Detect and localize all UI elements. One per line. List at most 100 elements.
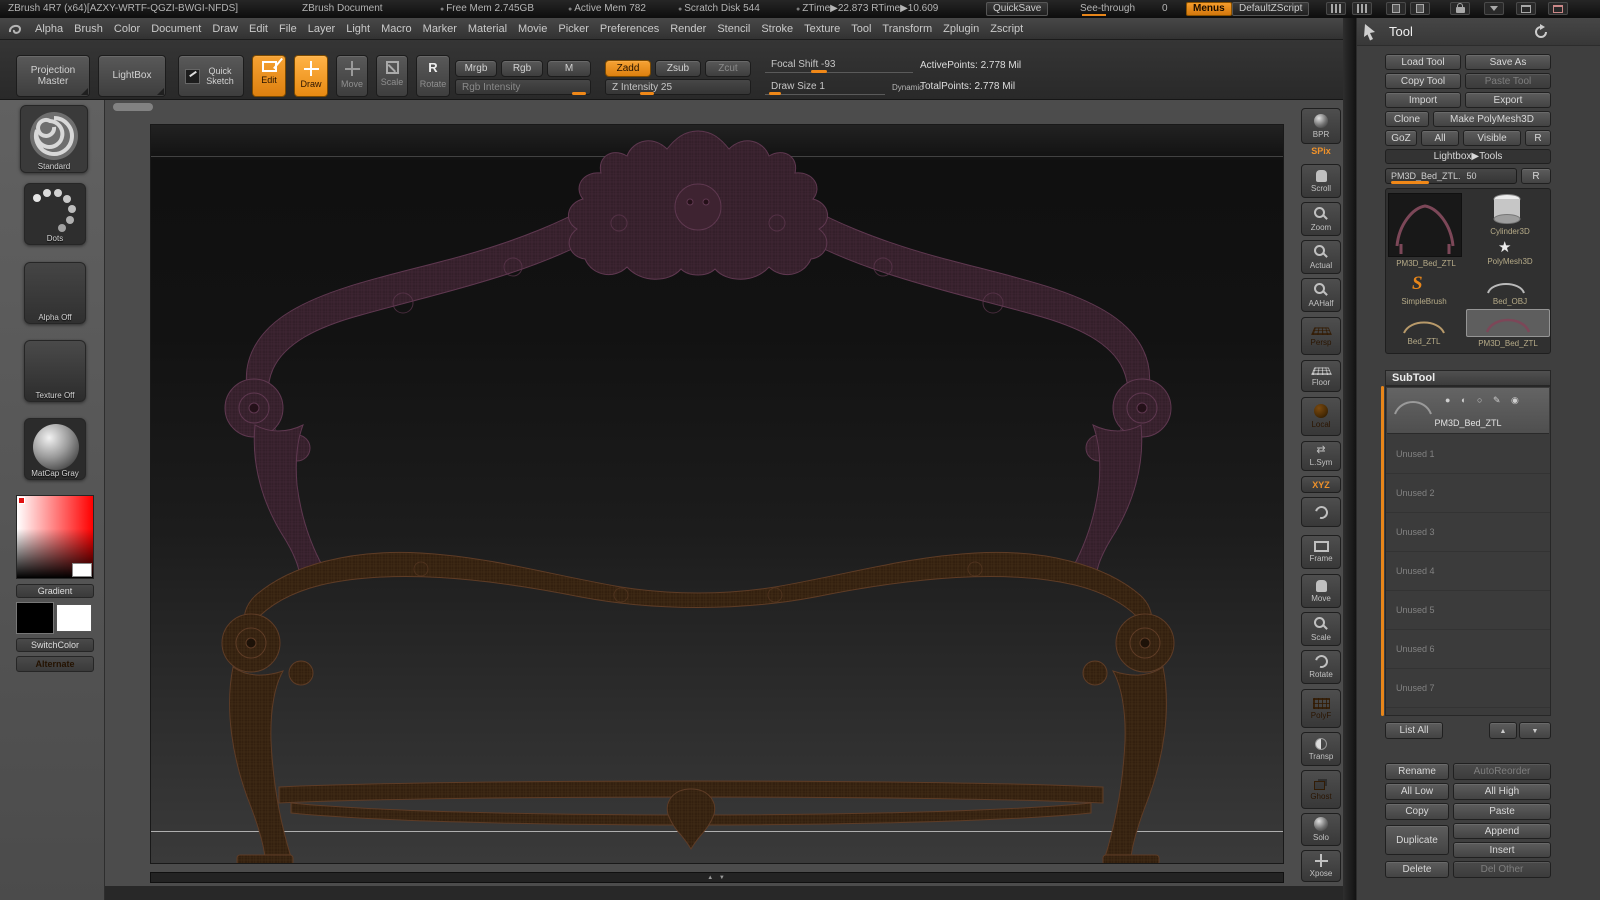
spix-slider[interactable]: SPix bbox=[1301, 146, 1341, 156]
alpha-selector[interactable]: Alpha Off bbox=[24, 262, 86, 324]
history-bars-icon-2[interactable] bbox=[1352, 2, 1372, 15]
transp-button[interactable]: Transp bbox=[1301, 732, 1341, 766]
mrgb-button[interactable]: Mrgb bbox=[455, 60, 497, 77]
ghost-button[interactable]: Ghost bbox=[1301, 770, 1341, 809]
subtool-sculpt-icon[interactable] bbox=[1493, 396, 1501, 405]
zcut-button[interactable]: Zcut bbox=[705, 60, 751, 77]
default-zscript-button[interactable]: DefaultZScript bbox=[1232, 2, 1310, 16]
main-color-swatch[interactable] bbox=[16, 602, 54, 634]
menu-item-macro[interactable]: Macro bbox=[381, 23, 412, 35]
lock-icon[interactable] bbox=[1450, 2, 1470, 15]
alternate-button[interactable]: Alternate bbox=[16, 656, 94, 672]
goz-button[interactable]: GoZ bbox=[1385, 130, 1417, 146]
zsub-button[interactable]: Zsub bbox=[655, 60, 701, 77]
see-through-slider[interactable]: See-through bbox=[1080, 3, 1135, 14]
active-tool-thumbnail[interactable] bbox=[1388, 193, 1462, 257]
menu-item-stroke[interactable]: Stroke bbox=[761, 23, 793, 35]
spin-button[interactable] bbox=[1301, 497, 1341, 527]
subtool-paste-button[interactable]: Paste bbox=[1453, 803, 1551, 820]
menu-item-draw[interactable]: Draw bbox=[212, 23, 238, 35]
material-selector[interactable]: MatCap Gray bbox=[24, 418, 86, 480]
paste-tool-button[interactable]: Paste Tool bbox=[1465, 73, 1551, 89]
load-tool-button[interactable]: Load Tool bbox=[1385, 54, 1461, 70]
menu-item-file[interactable]: File bbox=[279, 23, 297, 35]
scroll-button[interactable]: Scroll bbox=[1301, 164, 1341, 198]
subtool-move-down-button[interactable] bbox=[1519, 722, 1551, 739]
subtool-slot-1[interactable]: Unused 1 bbox=[1386, 435, 1550, 474]
menu-item-document[interactable]: Document bbox=[151, 23, 201, 35]
menu-item-edit[interactable]: Edit bbox=[249, 23, 268, 35]
move-view-button[interactable]: Move bbox=[1301, 574, 1341, 608]
m-button[interactable]: M bbox=[547, 60, 591, 77]
focal-shift-slider[interactable]: Focal Shift -93 bbox=[765, 56, 913, 73]
canvas-bottom-scrollbar[interactable] bbox=[150, 872, 1284, 883]
make-polymesh3d-button[interactable]: Make PolyMesh3D bbox=[1433, 111, 1551, 127]
menu-item-brush[interactable]: Brush bbox=[74, 23, 103, 35]
stroke-selector[interactable]: Dots bbox=[24, 183, 86, 245]
alt-color-swatch[interactable] bbox=[56, 604, 92, 632]
frame-button[interactable]: Frame bbox=[1301, 535, 1341, 569]
subtool-item-active[interactable]: PM3D_Bed_ZTL bbox=[1387, 388, 1549, 434]
current-tool-slider[interactable]: PM3D_Bed_ZTL. 50 bbox=[1385, 168, 1517, 184]
subtool-solo-icon[interactable] bbox=[1511, 396, 1519, 405]
floor-button[interactable]: Floor bbox=[1301, 360, 1341, 392]
menu-item-movie[interactable]: Movie bbox=[518, 23, 547, 35]
bed-ztl-thumbnail[interactable] bbox=[1400, 313, 1448, 335]
xpose-button[interactable]: Xpose bbox=[1301, 850, 1341, 882]
menu-item-material[interactable]: Material bbox=[468, 23, 507, 35]
subtool-move-up-button[interactable] bbox=[1489, 722, 1517, 739]
del-other-button[interactable]: Del Other bbox=[1453, 861, 1551, 878]
all-low-button[interactable]: All Low bbox=[1385, 783, 1449, 800]
switchcolor-button[interactable]: SwitchColor bbox=[16, 638, 94, 652]
canvas-h-scrollbar[interactable] bbox=[113, 103, 153, 111]
menus-toggle-button[interactable]: Menus bbox=[1186, 2, 1232, 16]
bed-obj-thumbnail[interactable] bbox=[1484, 275, 1528, 295]
subtool-slot-7[interactable]: Unused 7 bbox=[1386, 669, 1550, 708]
clone-button[interactable]: Clone bbox=[1385, 111, 1429, 127]
subtool-slot-6[interactable]: Unused 6 bbox=[1386, 630, 1550, 669]
menu-item-stencil[interactable]: Stencil bbox=[717, 23, 750, 35]
draw-button[interactable]: Draw bbox=[294, 55, 328, 97]
menu-item-texture[interactable]: Texture bbox=[804, 23, 840, 35]
tray-divider[interactable] bbox=[1343, 18, 1356, 900]
menu-item-layer[interactable]: Layer bbox=[308, 23, 336, 35]
save-as-button[interactable]: Save As bbox=[1465, 54, 1551, 70]
quick-sketch-button[interactable]: Quick Sketch bbox=[178, 55, 244, 97]
append-button[interactable]: Append bbox=[1453, 823, 1551, 839]
close-icon[interactable] bbox=[1548, 2, 1568, 15]
edit-button[interactable]: Edit bbox=[252, 55, 286, 97]
secondary-color-swatch[interactable] bbox=[72, 563, 92, 577]
menu-item-alpha[interactable]: Alpha bbox=[35, 23, 63, 35]
subtool-copy-button[interactable]: Copy bbox=[1385, 803, 1449, 820]
subtool-paint-icon[interactable] bbox=[1461, 396, 1466, 405]
subtool-slot-3[interactable]: Unused 3 bbox=[1386, 513, 1550, 552]
lightbox-button[interactable]: LightBox bbox=[98, 55, 166, 97]
rotate-view-button[interactable]: Rotate bbox=[1301, 650, 1341, 684]
dynamic-label[interactable]: Dynamic bbox=[892, 83, 923, 92]
export-button[interactable]: Export bbox=[1465, 92, 1551, 108]
texture-selector[interactable]: Texture Off bbox=[24, 340, 86, 402]
bpr-button[interactable]: BPR bbox=[1301, 108, 1341, 144]
polyf-button[interactable]: PolyF bbox=[1301, 689, 1341, 728]
menu-item-color[interactable]: Color bbox=[114, 23, 140, 35]
menu-item-zscript[interactable]: Zscript bbox=[990, 23, 1023, 35]
scale-view-button[interactable]: Scale bbox=[1301, 612, 1341, 646]
goz-all-button[interactable]: All bbox=[1421, 130, 1459, 146]
subtool-slot-2[interactable]: Unused 2 bbox=[1386, 474, 1550, 513]
all-high-button[interactable]: All High bbox=[1453, 783, 1551, 800]
menu-item-render[interactable]: Render bbox=[670, 23, 706, 35]
subtool-header[interactable]: SubTool bbox=[1385, 370, 1551, 386]
lightbox-tools-button[interactable]: Lightbox▶Tools bbox=[1385, 149, 1551, 164]
zbrush-logo-icon[interactable] bbox=[6, 20, 24, 38]
menu-item-marker[interactable]: Marker bbox=[423, 23, 457, 35]
menu-item-preferences[interactable]: Preferences bbox=[600, 23, 659, 35]
subtool-eye-icon[interactable] bbox=[1445, 396, 1450, 405]
quicksave-button[interactable]: QuickSave bbox=[986, 2, 1049, 16]
aahalf-button[interactable]: AAHalf bbox=[1301, 278, 1341, 312]
subtool-scrollbar[interactable] bbox=[1381, 386, 1384, 716]
current-tool-r-button[interactable]: R bbox=[1521, 168, 1551, 184]
history-bars-icon[interactable] bbox=[1326, 2, 1346, 15]
insert-button[interactable]: Insert bbox=[1453, 842, 1551, 858]
menu-item-transform[interactable]: Transform bbox=[882, 23, 932, 35]
fullscreen-icon[interactable] bbox=[1516, 2, 1536, 15]
